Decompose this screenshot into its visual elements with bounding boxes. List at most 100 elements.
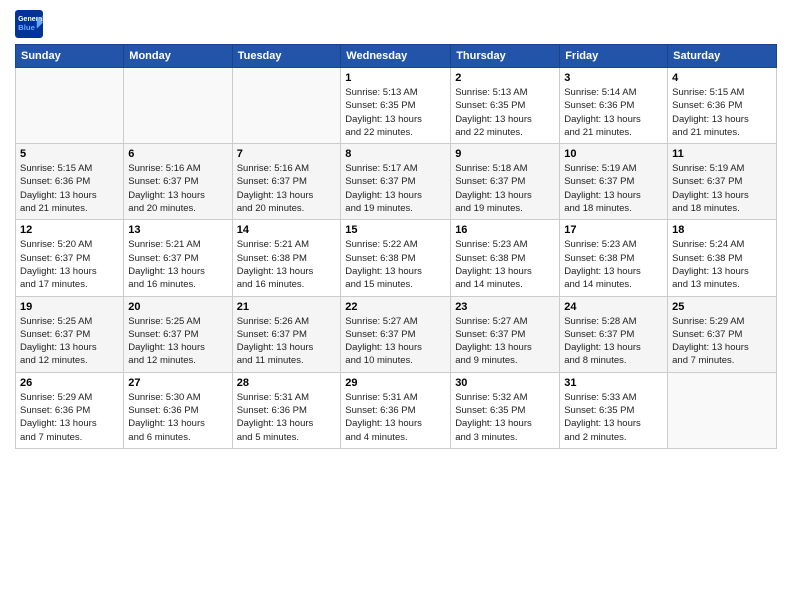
day-info: Sunrise: 5:33 AM Sunset: 6:35 PM Dayligh…	[564, 391, 663, 444]
day-number: 9	[455, 148, 555, 160]
calendar-cell	[124, 68, 232, 144]
calendar-cell: 21 Sunrise: 5:26 AM Sunset: 6:37 PM Dayli…	[232, 296, 341, 372]
weekday-header-saturday: Saturday	[668, 45, 777, 68]
logo-icon: General Blue	[15, 10, 43, 38]
day-number: 7	[237, 148, 337, 160]
day-number: 29	[345, 377, 446, 389]
calendar-cell	[232, 68, 341, 144]
day-info: Sunrise: 5:27 AM Sunset: 6:37 PM Dayligh…	[455, 315, 555, 368]
calendar-cell	[668, 372, 777, 448]
day-number: 16	[455, 224, 555, 236]
day-info: Sunrise: 5:19 AM Sunset: 6:37 PM Dayligh…	[672, 162, 772, 215]
day-info: Sunrise: 5:26 AM Sunset: 6:37 PM Dayligh…	[237, 315, 337, 368]
day-info: Sunrise: 5:16 AM Sunset: 6:37 PM Dayligh…	[237, 162, 337, 215]
calendar-cell: 10Sunrise: 5:19 AM Sunset: 6:37 PM Dayli…	[560, 144, 668, 220]
weekday-header-monday: Monday	[124, 45, 232, 68]
calendar-cell: 13 Sunrise: 5:21 AM Sunset: 6:37 PM Dayli…	[124, 220, 232, 296]
calendar-cell: 11 Sunrise: 5:19 AM Sunset: 6:37 PM Dayli…	[668, 144, 777, 220]
calendar-cell: 19Sunrise: 5:25 AM Sunset: 6:37 PM Dayli…	[16, 296, 124, 372]
day-info: Sunrise: 5:29 AM Sunset: 6:37 PM Dayligh…	[672, 315, 772, 368]
calendar-cell: 4Sunrise: 5:15 AM Sunset: 6:36 PM Daylig…	[668, 68, 777, 144]
calendar-cell: 14 Sunrise: 5:21 AM Sunset: 6:38 PM Dayli…	[232, 220, 341, 296]
day-number: 18	[672, 224, 772, 236]
day-number: 31	[564, 377, 663, 389]
calendar-cell: 7 Sunrise: 5:16 AM Sunset: 6:37 PM Daylig…	[232, 144, 341, 220]
day-number: 22	[345, 301, 446, 313]
calendar-cell: 6Sunrise: 5:16 AM Sunset: 6:37 PM Daylig…	[124, 144, 232, 220]
day-number: 15	[345, 224, 446, 236]
calendar-week-row: 19 Sunrise: 5:25 AM Sunset: 6:37 PM Dayli…	[16, 296, 777, 372]
day-info: Sunrise: 5:14 AM Sunset: 6:36 PM Dayligh…	[564, 86, 663, 139]
day-number: 10	[564, 148, 663, 160]
calendar-cell: 17 Sunrise: 5:23 AM Sunset: 6:38 PM Dayli…	[560, 220, 668, 296]
calendar-cell: 1 Sunrise: 5:13 AM Sunset: 6:35 PM Daylig…	[341, 68, 451, 144]
calendar-cell: 20 Sunrise: 5:25 AM Sunset: 6:37 PM Dayli…	[124, 296, 232, 372]
calendar-week-row: 12Sunrise: 5:20 AM Sunset: 6:37 PM Dayli…	[16, 220, 777, 296]
day-number: 1	[345, 72, 446, 84]
weekday-header-tuesday: Tuesday	[232, 45, 341, 68]
day-info: Sunrise: 5:21 AM Sunset: 6:38 PM Dayligh…	[237, 238, 337, 291]
calendar-week-row: 1 Sunrise: 5:13 AM Sunset: 6:35 PM Daylig…	[16, 68, 777, 144]
day-number: 11	[672, 148, 772, 160]
calendar-cell: 16Sunrise: 5:23 AM Sunset: 6:38 PM Dayli…	[451, 220, 560, 296]
svg-text:Blue: Blue	[18, 23, 36, 32]
calendar-cell: 23 Sunrise: 5:27 AM Sunset: 6:37 PM Dayli…	[451, 296, 560, 372]
calendar-week-row: 5 Sunrise: 5:15 AM Sunset: 6:36 PM Daylig…	[16, 144, 777, 220]
day-number: 21	[237, 301, 337, 313]
calendar-cell: 30Sunrise: 5:32 AM Sunset: 6:35 PM Dayli…	[451, 372, 560, 448]
calendar-cell: 22 Sunrise: 5:27 AM Sunset: 6:37 PM Dayli…	[341, 296, 451, 372]
weekday-header-sunday: Sunday	[16, 45, 124, 68]
day-info: Sunrise: 5:15 AM Sunset: 6:36 PM Dayligh…	[20, 162, 119, 215]
day-info: Sunrise: 5:18 AM Sunset: 6:37 PM Dayligh…	[455, 162, 555, 215]
calendar-body: 1 Sunrise: 5:13 AM Sunset: 6:35 PM Daylig…	[16, 68, 777, 449]
day-number: 19	[20, 301, 119, 313]
day-number: 25	[672, 301, 772, 313]
day-number: 26	[20, 377, 119, 389]
day-info: Sunrise: 5:13 AM Sunset: 6:35 PM Dayligh…	[345, 86, 446, 139]
day-info: Sunrise: 5:28 AM Sunset: 6:37 PM Dayligh…	[564, 315, 663, 368]
calendar-cell: 18Sunrise: 5:24 AM Sunset: 6:38 PM Dayli…	[668, 220, 777, 296]
calendar-cell: 31 Sunrise: 5:33 AM Sunset: 6:35 PM Dayli…	[560, 372, 668, 448]
calendar-cell: 24Sunrise: 5:28 AM Sunset: 6:37 PM Dayli…	[560, 296, 668, 372]
weekday-header-thursday: Thursday	[451, 45, 560, 68]
calendar-table: SundayMondayTuesdayWednesdayThursdayFrid…	[15, 44, 777, 449]
weekday-row: SundayMondayTuesdayWednesdayThursdayFrid…	[16, 45, 777, 68]
weekday-header-wednesday: Wednesday	[341, 45, 451, 68]
calendar-header: SundayMondayTuesdayWednesdayThursdayFrid…	[16, 45, 777, 68]
day-info: Sunrise: 5:31 AM Sunset: 6:36 PM Dayligh…	[345, 391, 446, 444]
calendar-cell: 29 Sunrise: 5:31 AM Sunset: 6:36 PM Dayli…	[341, 372, 451, 448]
day-number: 23	[455, 301, 555, 313]
day-info: Sunrise: 5:30 AM Sunset: 6:36 PM Dayligh…	[128, 391, 227, 444]
calendar-cell: 5 Sunrise: 5:15 AM Sunset: 6:36 PM Daylig…	[16, 144, 124, 220]
day-number: 13	[128, 224, 227, 236]
day-info: Sunrise: 5:29 AM Sunset: 6:36 PM Dayligh…	[20, 391, 119, 444]
day-info: Sunrise: 5:17 AM Sunset: 6:37 PM Dayligh…	[345, 162, 446, 215]
calendar-cell: 26 Sunrise: 5:29 AM Sunset: 6:36 PM Dayli…	[16, 372, 124, 448]
day-info: Sunrise: 5:20 AM Sunset: 6:37 PM Dayligh…	[20, 238, 119, 291]
calendar-cell: 9 Sunrise: 5:18 AM Sunset: 6:37 PM Daylig…	[451, 144, 560, 220]
day-number: 30	[455, 377, 555, 389]
day-number: 5	[20, 148, 119, 160]
day-number: 6	[128, 148, 227, 160]
day-number: 2	[455, 72, 555, 84]
calendar-cell: 15 Sunrise: 5:22 AM Sunset: 6:38 PM Dayli…	[341, 220, 451, 296]
day-info: Sunrise: 5:25 AM Sunset: 6:37 PM Dayligh…	[128, 315, 227, 368]
header-area: General Blue	[15, 10, 777, 38]
day-number: 4	[672, 72, 772, 84]
logo: General Blue	[15, 10, 47, 38]
day-number: 17	[564, 224, 663, 236]
weekday-header-friday: Friday	[560, 45, 668, 68]
day-info: Sunrise: 5:31 AM Sunset: 6:36 PM Dayligh…	[237, 391, 337, 444]
day-number: 27	[128, 377, 227, 389]
calendar-week-row: 26 Sunrise: 5:29 AM Sunset: 6:36 PM Dayli…	[16, 372, 777, 448]
day-info: Sunrise: 5:27 AM Sunset: 6:37 PM Dayligh…	[345, 315, 446, 368]
day-number: 3	[564, 72, 663, 84]
day-number: 20	[128, 301, 227, 313]
day-info: Sunrise: 5:23 AM Sunset: 6:38 PM Dayligh…	[564, 238, 663, 291]
calendar-cell: 28Sunrise: 5:31 AM Sunset: 6:36 PM Dayli…	[232, 372, 341, 448]
day-info: Sunrise: 5:21 AM Sunset: 6:37 PM Dayligh…	[128, 238, 227, 291]
calendar-cell: 12Sunrise: 5:20 AM Sunset: 6:37 PM Dayli…	[16, 220, 124, 296]
day-number: 14	[237, 224, 337, 236]
day-info: Sunrise: 5:22 AM Sunset: 6:38 PM Dayligh…	[345, 238, 446, 291]
day-number: 8	[345, 148, 446, 160]
